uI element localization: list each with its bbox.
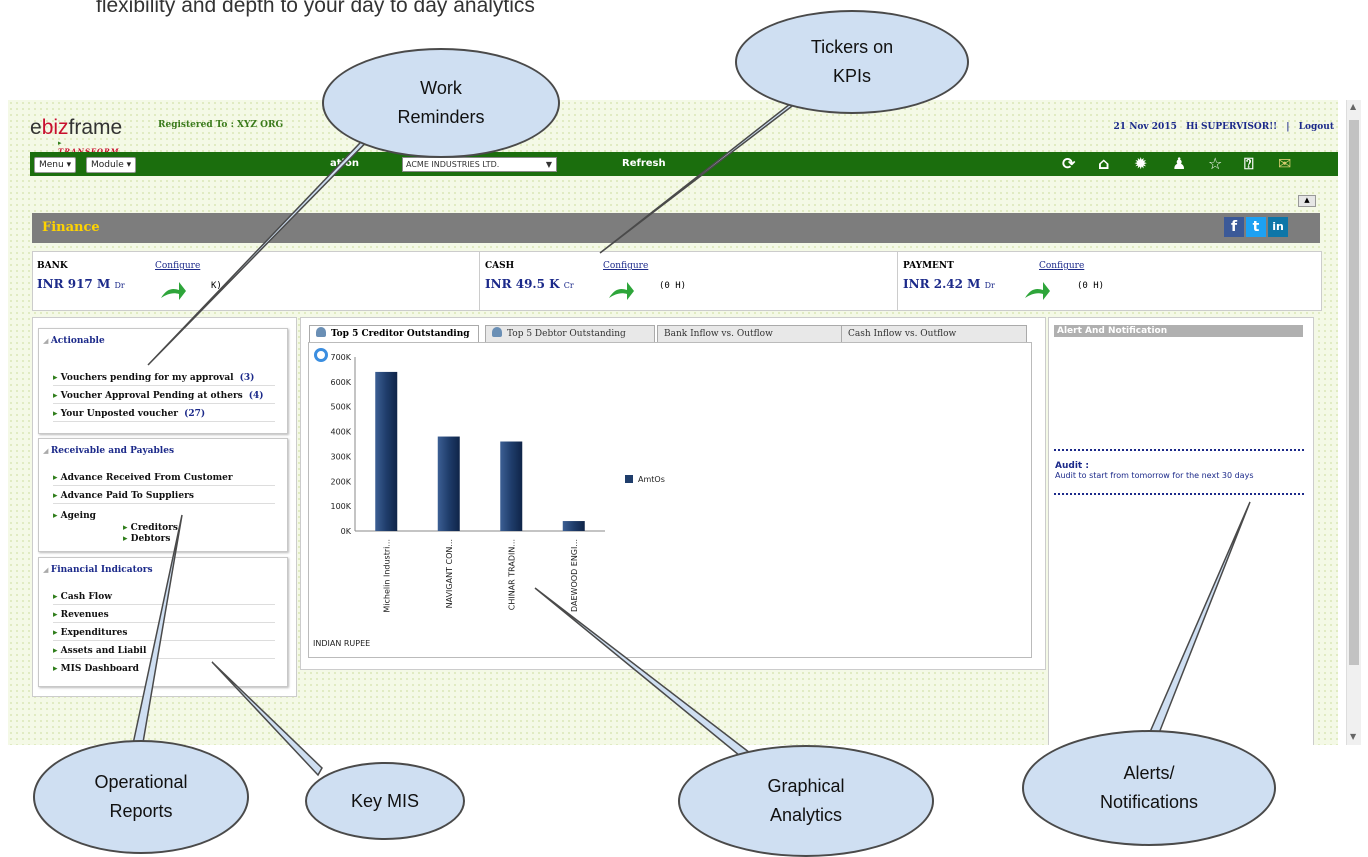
callout-operational-reports: Operational Reports — [33, 740, 249, 854]
callout-pointers — [129, 99, 1251, 777]
pointer-alerts — [1138, 501, 1251, 757]
pointer-key-mis — [211, 661, 323, 777]
callout-tickers: Tickers on KPIs — [735, 10, 969, 114]
callout-work-reminders: Work Reminders — [322, 48, 560, 158]
pointer-operational — [129, 514, 183, 761]
pointer-graphical — [534, 587, 756, 761]
callout-alerts-notifications: Alerts/Notifications — [1022, 730, 1276, 846]
pointer-tickers — [599, 99, 801, 254]
callout-key-mis: Key MIS — [305, 762, 465, 840]
pointer-work-reminders — [147, 117, 391, 366]
callout-graphical-analytics: Graphical Analytics — [678, 745, 934, 857]
